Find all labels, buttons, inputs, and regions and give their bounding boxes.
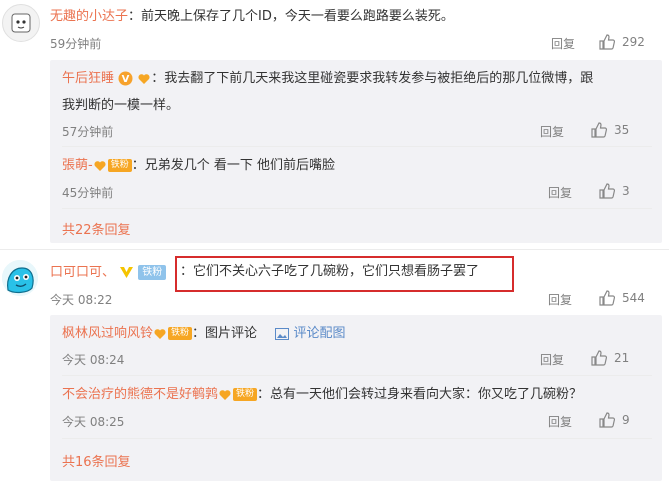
like-button[interactable]: 292 bbox=[598, 33, 645, 51]
verified-badge-icon bbox=[119, 265, 134, 280]
like-count: 21 bbox=[614, 351, 630, 365]
thumbs-up-icon bbox=[599, 412, 616, 428]
like-count: 292 bbox=[622, 35, 645, 49]
divider bbox=[0, 249, 669, 250]
reply-time: 57分钟前 bbox=[62, 125, 114, 139]
heart-icon bbox=[94, 160, 106, 171]
comment-line: 口可口可、 铁粉 bbox=[50, 263, 167, 283]
reply-text: ：我去翻了下前几天来我这里碰瓷要求我转发参与被拒绝后的那几位微博，跟 bbox=[151, 71, 594, 86]
svg-text:V: V bbox=[122, 74, 130, 85]
like-button[interactable]: 21 bbox=[590, 349, 629, 367]
reply-button[interactable]: 回复 bbox=[548, 291, 572, 308]
like-count: 544 bbox=[622, 291, 645, 305]
like-count: 3 bbox=[622, 184, 630, 198]
fan-badge: 铁粉 bbox=[93, 159, 132, 173]
avatar[interactable] bbox=[2, 4, 40, 42]
comment-time: 今天 08:22 bbox=[50, 293, 113, 307]
comment-text: ：它们不关心六子吃了几碗粉，它们只想看肠子罢了 bbox=[180, 264, 480, 279]
heart-icon bbox=[154, 328, 166, 339]
reply-line: 午后狂睡 V ：我去翻了下前几天来我这里碰瓷要求我转发参与被拒绝后的那几位微博，… bbox=[62, 69, 593, 89]
reply-button[interactable]: 回复 bbox=[548, 184, 572, 201]
reply-text: ：总有一天他们会转过身来看向大家：你又吃了几碗粉？ bbox=[257, 387, 583, 402]
reply-username[interactable]: 不会治疗的熊德不是好鹌鹑 bbox=[62, 387, 218, 402]
reply-time: 今天 08:24 bbox=[62, 353, 125, 367]
reply-text-cont: 我判断的一模一样。 bbox=[62, 98, 180, 113]
heart-icon bbox=[138, 73, 150, 84]
cartoon-creature-icon bbox=[2, 260, 38, 296]
reply-username[interactable]: 午后狂睡 bbox=[62, 71, 114, 86]
like-button[interactable]: 544 bbox=[598, 289, 645, 307]
fan-badge: 铁粉 bbox=[138, 265, 167, 280]
thumbs-up-icon bbox=[599, 34, 616, 50]
comment-text: ：前天晚上保存了几个ID，今天一看要么跑路要么装死。 bbox=[128, 9, 454, 24]
divider bbox=[62, 146, 652, 147]
more-replies-link[interactable]: 共22条回复 bbox=[62, 219, 131, 238]
fan-badge: 铁粉 bbox=[153, 327, 193, 341]
divider bbox=[62, 375, 652, 376]
fan-badge: 铁粉 bbox=[218, 388, 258, 402]
like-count: 9 bbox=[622, 413, 630, 427]
thumbs-up-icon bbox=[591, 350, 608, 366]
cartoon-face-icon bbox=[11, 13, 31, 33]
reply-button[interactable]: 回复 bbox=[551, 35, 575, 52]
reply-text: ：兄弟发几个 看一下 他们前后嘴脸 bbox=[131, 158, 335, 173]
reply-text: ：图片评论 bbox=[192, 326, 258, 341]
reply-username[interactable]: 張萌- bbox=[62, 158, 93, 173]
like-button[interactable]: 9 bbox=[598, 411, 630, 429]
comment-username[interactable]: 无趣的小达子 bbox=[50, 9, 128, 24]
heart-icon bbox=[219, 389, 231, 400]
divider bbox=[62, 438, 652, 439]
reply-time: 45分钟前 bbox=[62, 186, 114, 200]
thumbs-up-icon bbox=[599, 290, 616, 306]
thumbs-up-icon bbox=[591, 122, 608, 138]
verified-badge-icon: V bbox=[118, 71, 133, 86]
divider bbox=[62, 208, 652, 209]
like-count: 35 bbox=[614, 123, 630, 137]
reply-line: 不会治疗的熊德不是好鹌鹑 铁粉 ：总有一天他们会转过身来看向大家：你又吃了几碗粉？ bbox=[62, 385, 582, 405]
reply-line: 張萌- 铁粉 ：兄弟发几个 看一下 他们前后嘴脸 bbox=[62, 156, 335, 176]
reply-button[interactable]: 回复 bbox=[540, 351, 564, 368]
reply-username[interactable]: 枫林风过响风铃 bbox=[62, 326, 153, 341]
comment-line: 无趣的小达子：前天晚上保存了几个ID，今天一看要么跑路要么装死。 bbox=[50, 7, 454, 27]
like-button[interactable]: 35 bbox=[590, 121, 629, 139]
more-replies-link[interactable]: 共16条回复 bbox=[62, 451, 131, 470]
avatar[interactable] bbox=[2, 260, 38, 296]
like-button[interactable]: 3 bbox=[598, 182, 630, 200]
image-comment-link[interactable]: 评论配图 bbox=[293, 326, 345, 341]
thumbs-up-icon bbox=[599, 183, 616, 199]
image-icon bbox=[275, 327, 290, 340]
reply-button[interactable]: 回复 bbox=[548, 413, 572, 430]
fan-badge bbox=[137, 72, 151, 86]
reply-time: 今天 08:25 bbox=[62, 415, 125, 429]
reply-line: 枫林风过响风铃 铁粉 ：图片评论 评论配图 bbox=[62, 324, 345, 344]
comment-time: 59分钟前 bbox=[50, 37, 102, 51]
reply-button[interactable]: 回复 bbox=[540, 123, 564, 140]
comment-username[interactable]: 口可口可、 bbox=[50, 265, 115, 280]
